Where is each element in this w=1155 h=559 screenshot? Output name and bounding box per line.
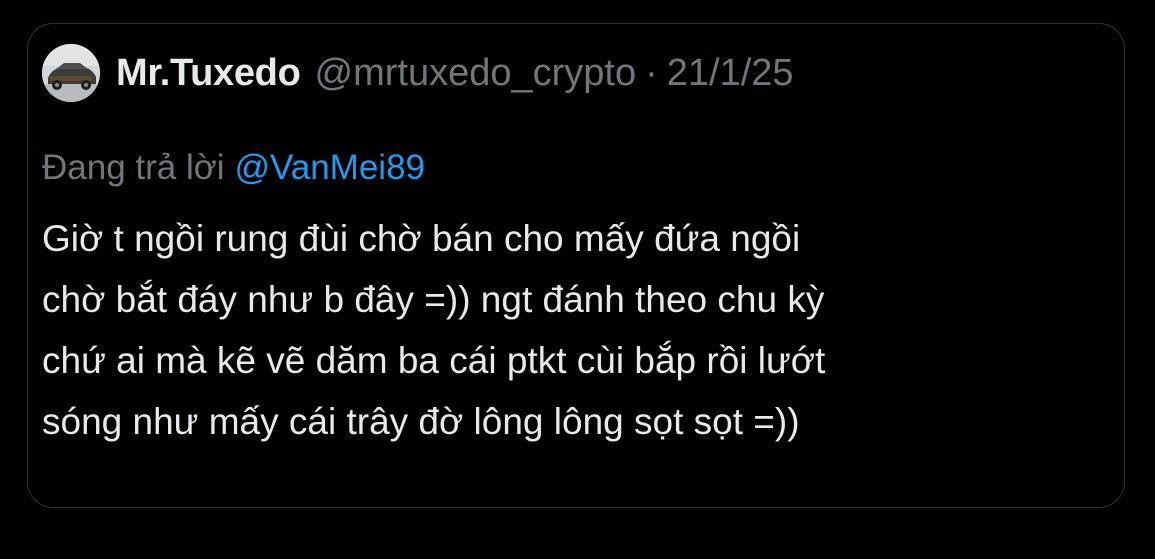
author-handle[interactable]: @mrtuxedo_crypto (315, 52, 637, 95)
tweet-text-line: sóng như mấy cái trây đờ lông lông sọt s… (42, 401, 800, 442)
avatar-image (42, 44, 100, 102)
reply-mention-link[interactable]: @VanMei89 (234, 148, 425, 187)
tweet-header: Mr.Tuxedo @mrtuxedo_crypto · 21/1/25 (42, 42, 794, 104)
tweet-text-line: Giờ t ngồi rung đùi chờ bán cho mấy đứa … (42, 218, 801, 259)
author-display-name[interactable]: Mr.Tuxedo (116, 52, 301, 95)
separator-dot: · (645, 51, 658, 94)
avatar[interactable] (42, 44, 100, 102)
tweet-text: Giờ t ngồi rung đùi chờ bán cho mấy đứa … (42, 208, 1072, 452)
tweet-text-line: chờ bắt đáy như b đây =)) ngt đánh theo … (42, 279, 825, 320)
replying-to: Đang trả lời @VanMei89 (42, 148, 425, 188)
tweet-text-line: chứ ai mà kẽ vẽ dăm ba cái ptkt cùi bắp … (42, 340, 826, 381)
replying-to-label: Đang trả lời (42, 148, 225, 187)
tweet-date[interactable]: 21/1/25 (667, 52, 794, 95)
